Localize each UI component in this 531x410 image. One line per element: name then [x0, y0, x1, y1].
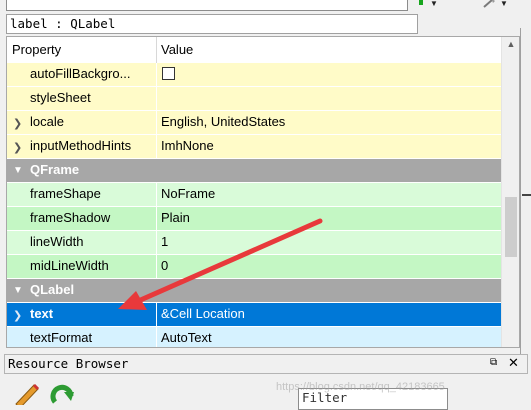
column-separator: [156, 255, 157, 279]
property-name: frameShadow: [30, 210, 111, 225]
column-separator: [156, 63, 157, 87]
column-separator: [156, 207, 157, 231]
reload-icon[interactable]: [50, 382, 76, 405]
float-window-icon[interactable]: ⧉: [490, 357, 497, 368]
property-value[interactable]: Plain: [161, 210, 190, 225]
property-value[interactable]: 1: [161, 234, 168, 249]
category-row[interactable]: ▼ QFrame: [7, 159, 501, 183]
scroll-up-icon[interactable]: ▲: [502, 39, 519, 53]
column-separator: [156, 135, 157, 159]
tool-dropdown-arrow-icon[interactable]: ▼: [500, 0, 508, 8]
property-value[interactable]: ImhNone: [161, 138, 214, 153]
category-label: QFrame: [30, 162, 80, 177]
column-separator: [156, 231, 157, 255]
column-separator: [156, 327, 157, 347]
property-value[interactable]: NoFrame: [161, 186, 215, 201]
property-name: inputMethodHints: [30, 138, 132, 153]
pencil-icon[interactable]: [12, 382, 40, 405]
property-value[interactable]: 0: [161, 258, 168, 273]
property-name: textFormat: [30, 330, 93, 345]
column-separator: [156, 303, 157, 327]
header-separator: [156, 37, 157, 63]
vertical-scrollbar[interactable]: ▲: [501, 37, 519, 347]
property-row[interactable]: styleSheet: [7, 87, 501, 111]
watermark: https://blog.csdn.net/qq_42183665: [276, 381, 445, 393]
property-row[interactable]: frameShape NoFrame: [7, 183, 501, 207]
category-label: QLabel: [30, 282, 75, 297]
property-row[interactable]: textFormat AutoText: [7, 327, 501, 347]
property-name: styleSheet: [30, 90, 91, 105]
expand-icon[interactable]: ❯: [13, 141, 22, 154]
expand-icon[interactable]: ❯: [13, 309, 22, 322]
value-column-header[interactable]: Value: [161, 42, 193, 57]
dropdown-arrow-icon[interactable]: ▼: [430, 0, 438, 8]
column-separator: [156, 87, 157, 111]
property-value[interactable]: &Cell Location: [161, 306, 245, 321]
resource-browser-title: Resource Browser: [8, 356, 129, 371]
panel-divider: [520, 28, 521, 358]
resource-browser-body: [4, 374, 528, 405]
property-value[interactable]: English, UnitedStates: [161, 114, 285, 129]
tool-icon[interactable]: [482, 0, 496, 8]
property-row[interactable]: lineWidth 1: [7, 231, 501, 255]
property-name: lineWidth: [30, 234, 84, 249]
property-value[interactable]: AutoText: [161, 330, 212, 345]
expand-icon[interactable]: ❯: [13, 117, 22, 130]
close-icon[interactable]: ✕: [508, 355, 519, 371]
property-editor[interactable]: Property Value autoFillBackgro... styleSh…: [6, 36, 520, 348]
property-name: locale: [30, 114, 64, 129]
property-column-header[interactable]: Property: [12, 42, 61, 57]
resource-browser-titlebar: Resource Browser ⧉ ✕: [4, 354, 528, 374]
category-row[interactable]: ▼ QLabel: [7, 279, 501, 303]
column-separator: [156, 111, 157, 135]
property-name: text: [30, 306, 54, 321]
splitter-handle[interactable]: [522, 194, 531, 196]
property-header: Property Value: [7, 37, 501, 64]
property-row[interactable]: ❯ inputMethodHints ImhNone: [7, 135, 501, 159]
column-separator: [156, 183, 157, 207]
property-name: midLineWidth: [30, 258, 109, 273]
property-row[interactable]: midLineWidth 0: [7, 255, 501, 279]
collapse-icon[interactable]: ▼: [13, 165, 23, 176]
property-row[interactable]: frameShadow Plain: [7, 207, 501, 231]
object-selector-field[interactable]: [6, 0, 408, 11]
property-name: frameShape: [30, 186, 101, 201]
property-row[interactable]: ❯ locale English, UnitedStates: [7, 111, 501, 135]
collapse-icon[interactable]: ▼: [13, 285, 23, 296]
green-indicator-icon: [419, 0, 423, 5]
property-row[interactable]: ❯ text &Cell Location: [7, 303, 501, 327]
object-class-label: label : QLabel: [6, 14, 418, 34]
property-row[interactable]: autoFillBackgro...: [7, 63, 501, 87]
property-name: autoFillBackgro...: [30, 66, 131, 81]
checkbox[interactable]: [162, 67, 175, 80]
scrollbar-thumb[interactable]: [505, 197, 517, 257]
